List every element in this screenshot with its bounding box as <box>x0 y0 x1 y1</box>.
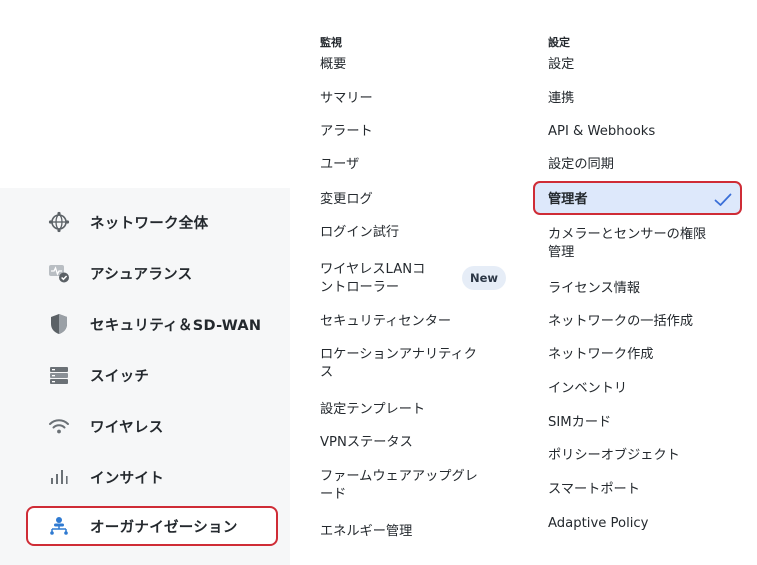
sidebar-item-label: オーガナイゼーション <box>90 519 238 536</box>
menu-item-users[interactable]: ユーザ <box>320 156 359 174</box>
menu-item-security-center[interactable]: セキュリティセンター <box>320 313 451 331</box>
menu-item-summary[interactable]: サマリー <box>320 90 373 108</box>
sidebar-item-label: スイッチ <box>90 368 150 385</box>
menu-item-login-attempts[interactable]: ログイン試行 <box>320 224 399 242</box>
menu-item-alerts[interactable]: アラート <box>320 123 373 141</box>
menu-item-config-sync[interactable]: 設定の同期 <box>548 156 614 174</box>
switch-icon <box>46 362 72 388</box>
menu-item-wireless-lan-controller[interactable]: ワイヤレスLANコ ントローラー <box>320 261 425 297</box>
sidebar-item-label: アシュアランス <box>90 266 193 283</box>
sidebar-item-label: ネットワーク全体 <box>90 215 209 232</box>
menu-item-config-templates[interactable]: 設定テンプレート <box>320 401 425 419</box>
check-icon <box>714 192 732 206</box>
new-badge: New <box>462 266 506 290</box>
sidebar-item-wireless[interactable]: ワイヤレス <box>26 406 278 446</box>
sidebar-item-label: ワイヤレス <box>90 419 164 436</box>
menu-item-create-network[interactable]: ネットワーク作成 <box>548 346 654 364</box>
menu-item-inventory[interactable]: インベントリ <box>548 380 627 398</box>
sidebar-item-organization[interactable]: オーガナイゼーション <box>26 506 278 546</box>
menu-item-integrations[interactable]: 連携 <box>548 90 574 108</box>
wifi-icon <box>46 413 72 439</box>
menu-item-smart-ports[interactable]: スマートポート <box>548 481 640 499</box>
menu-item-camera-sensor-permissions[interactable]: カメラーとセンサーの権限 管理 <box>548 226 706 262</box>
network-globe-icon <box>46 209 72 235</box>
sidebar-item-switch[interactable]: スイッチ <box>26 355 278 395</box>
menu-item-overview[interactable]: 概要 <box>320 56 346 74</box>
menu-item-location-analytics[interactable]: ロケーションアナリティク ス <box>320 346 477 382</box>
organization-icon <box>46 513 72 539</box>
sidebar-item-insight[interactable]: インサイト <box>26 457 278 497</box>
menu-item-sim-cards[interactable]: SIMカード <box>548 414 611 432</box>
menu-item-energy-management[interactable]: エネルギー管理 <box>320 523 412 541</box>
menu-item-vpn-status[interactable]: VPNステータス <box>320 434 413 452</box>
sidebar-item-network-wide[interactable]: ネットワーク全体 <box>26 202 278 242</box>
menu-item-firmware-upgrades[interactable]: ファームウェアアップグレ ード <box>320 468 478 504</box>
sidebar-item-label: セキュリティ＆SD-WAN <box>90 317 262 334</box>
sidebar-item-security-sdwan[interactable]: セキュリティ＆SD-WAN <box>26 304 278 344</box>
bar-chart-icon <box>46 464 72 490</box>
sidebar-item-assurance[interactable]: アシュアランス <box>26 253 278 293</box>
menu-item-administrators[interactable]: 管理者 <box>548 191 588 209</box>
shield-icon <box>46 311 72 337</box>
menu-item-settings[interactable]: 設定 <box>548 56 574 74</box>
sidebar: ネットワーク全体 アシュアランス セキュリティ＆SD-WAN スイッチ ワイヤレ… <box>0 188 290 565</box>
menu-item-adaptive-policy[interactable]: Adaptive Policy <box>548 515 649 533</box>
menu-item-license-info[interactable]: ライセンス情報 <box>548 280 640 298</box>
sidebar-item-label: インサイト <box>90 470 164 487</box>
menu-item-policy-objects[interactable]: ポリシーオブジェクト <box>548 447 680 465</box>
assurance-monitor-icon <box>46 260 72 286</box>
settings-heading: 設定 <box>548 36 570 49</box>
menu-item-api-webhooks[interactable]: API & Webhooks <box>548 123 655 141</box>
menu-item-change-log[interactable]: 変更ログ <box>320 191 373 209</box>
menu-item-bulk-network-create[interactable]: ネットワークの一括作成 <box>548 313 693 331</box>
monitor-heading: 監視 <box>320 36 342 49</box>
